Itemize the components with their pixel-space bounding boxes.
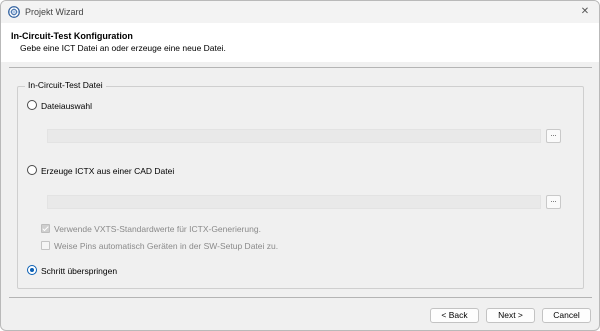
window-title: Projekt Wizard bbox=[25, 7, 84, 17]
radio-file-select-label[interactable]: Dateiauswahl bbox=[41, 101, 92, 111]
radio-create-ictx[interactable] bbox=[27, 165, 37, 175]
cancel-button[interactable]: Cancel bbox=[542, 308, 591, 323]
ict-file-group bbox=[17, 86, 584, 289]
page-subtitle: Gebe eine ICT Datei an oder erzeuge eine… bbox=[20, 43, 226, 53]
footer-divider bbox=[9, 297, 592, 298]
cad-file-input[interactable] bbox=[47, 195, 541, 209]
next-button[interactable]: Next > bbox=[486, 308, 535, 323]
radio-skip-step-label[interactable]: Schritt überspringen bbox=[41, 266, 117, 276]
back-button[interactable]: < Back bbox=[430, 308, 479, 323]
title-bar: Projekt Wizard ✕ bbox=[1, 1, 599, 23]
checkbox-auto-assign-pins[interactable] bbox=[41, 241, 50, 250]
group-legend: In-Circuit-Test Datei bbox=[25, 80, 106, 90]
radio-create-ictx-label[interactable]: Erzeuge ICTX aus einer CAD Datei bbox=[41, 166, 174, 176]
header-divider bbox=[9, 67, 592, 68]
wizard-window: Projekt Wizard ✕ In-Circuit-Test Konfigu… bbox=[0, 0, 600, 331]
close-icon[interactable]: ✕ bbox=[577, 4, 593, 20]
app-logo-icon bbox=[8, 6, 20, 18]
file-select-browse-button[interactable]: ... bbox=[546, 129, 561, 143]
checkbox-auto-assign-pins-label: Weise Pins automatisch Geräten in der SW… bbox=[54, 241, 279, 251]
checkbox-vxts-defaults[interactable] bbox=[41, 224, 50, 233]
radio-skip-step[interactable] bbox=[27, 265, 37, 275]
radio-file-select[interactable] bbox=[27, 100, 37, 110]
page-title: In-Circuit-Test Konfiguration bbox=[11, 31, 133, 41]
file-select-input[interactable] bbox=[47, 129, 541, 143]
checkbox-vxts-defaults-label: Verwende VXTS-Standardwerte für ICTX-Gen… bbox=[54, 224, 261, 234]
cad-file-browse-button[interactable]: ... bbox=[546, 195, 561, 209]
wizard-header: In-Circuit-Test Konfiguration Gebe eine … bbox=[1, 23, 599, 62]
